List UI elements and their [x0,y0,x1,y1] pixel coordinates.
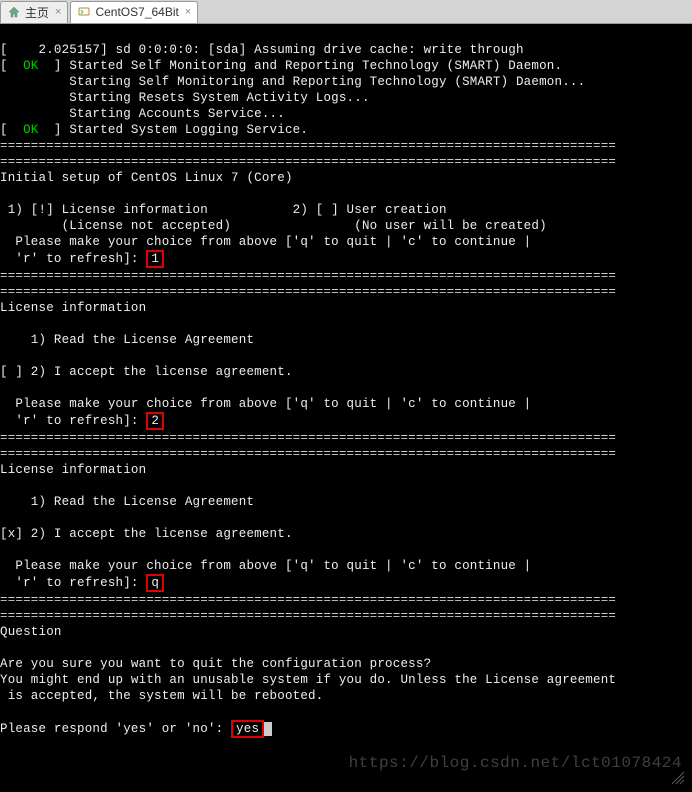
close-icon[interactable]: × [55,6,61,18]
prompt-line: 'r' to refresh]: 2 [0,414,164,428]
prompt-line: Please make your choice from above ['q' … [0,397,531,411]
close-icon[interactable]: × [185,6,191,18]
boot-line: [ OK ] Started System Logging Service. [0,123,308,137]
user-input-1: 1 [146,250,164,268]
boot-line: [ 2.025157] sd 0:0:0:0: [sda] Assuming d… [0,43,524,57]
user-input-yes: yes [231,720,264,738]
resize-grip-icon[interactable] [668,768,686,786]
divider-line: ========================================… [0,139,616,153]
divider-line: ========================================… [0,447,616,461]
home-icon [7,5,21,19]
section-title: Question [0,625,62,639]
divider-line: ========================================… [0,285,616,299]
boot-line: Starting Resets System Activity Logs... [0,91,370,105]
divider-line: ========================================… [0,155,616,169]
user-input-2: 2 [146,412,164,430]
watermark-text: https://blog.csdn.net/lct01078424 [349,754,682,772]
question-text: is accepted, the system will be rebooted… [0,689,323,703]
ok-status: OK [23,59,38,73]
license-read: 1) Read the License Agreement [0,495,254,509]
menu-options: 1) [!] License information 2) [ ] User c… [0,203,447,217]
terminal-output[interactable]: [ 2.025157] sd 0:0:0:0: [sda] Assuming d… [0,24,692,738]
prompt-line: 'r' to refresh]: 1 [0,252,164,266]
vm-icon [77,5,91,19]
tab-vm[interactable]: CentOS7_64Bit × [70,1,198,23]
section-title: License information [0,463,146,477]
tab-home-label: 主页 [25,4,49,21]
license-accept: [ ] 2) I accept the license agreement. [0,365,293,379]
cursor-icon [264,722,272,736]
prompt-line: Please respond 'yes' or 'no': yes [0,722,272,736]
user-input-q: q [146,574,164,592]
license-read: 1) Read the License Agreement [0,333,254,347]
divider-line: ========================================… [0,609,616,623]
prompt-line: Please make your choice from above ['q' … [0,559,531,573]
tab-home[interactable]: 主页 × [0,1,68,23]
license-accept-checked: [x] 2) I accept the license agreement. [0,527,293,541]
question-text: You might end up with an unusable system… [0,673,616,687]
boot-line: [ OK ] Started Self Monitoring and Repor… [0,59,562,73]
prompt-line: Please make your choice from above ['q' … [0,235,531,249]
divider-line: ========================================… [0,431,616,445]
question-text: Are you sure you want to quit the config… [0,657,431,671]
boot-line: Starting Self Monitoring and Reporting T… [0,75,585,89]
section-title: License information [0,301,146,315]
setup-title: Initial setup of CentOS Linux 7 (Core) [0,171,293,185]
boot-line: Starting Accounts Service... [0,107,285,121]
prompt-line: 'r' to refresh]: q [0,576,164,590]
tab-vm-label: CentOS7_64Bit [95,5,178,19]
ok-status: OK [23,123,38,137]
divider-line: ========================================… [0,269,616,283]
menu-sub: (License not accepted) (No user will be … [0,219,547,233]
tab-bar: 主页 × CentOS7_64Bit × [0,0,692,24]
divider-line: ========================================… [0,593,616,607]
